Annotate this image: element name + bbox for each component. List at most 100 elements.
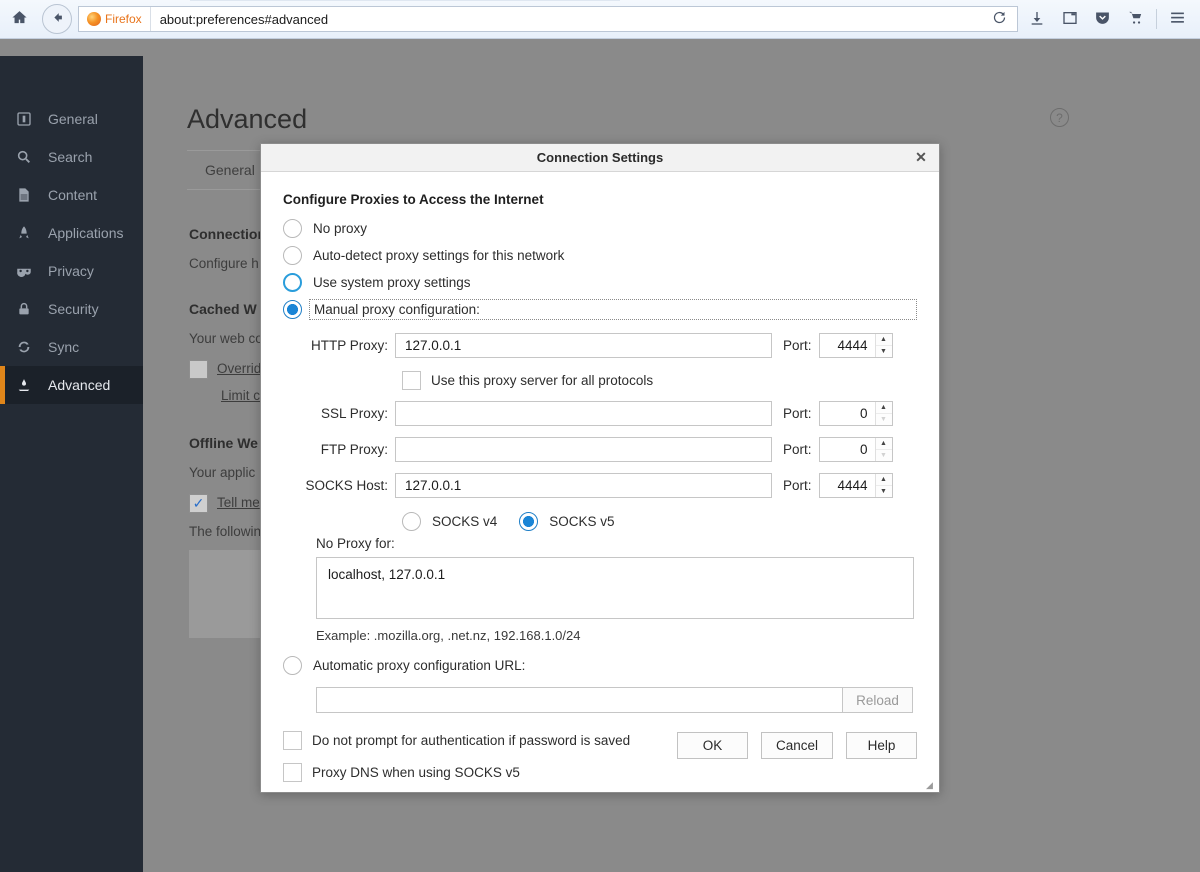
field-ftp-proxy: FTP Proxy: Port: 0 ▲ ▼ [283, 434, 917, 465]
sync-icon [14, 337, 34, 357]
stepper-buttons[interactable]: ▲ ▼ [875, 334, 892, 357]
radio-pac-url[interactable]: Automatic proxy configuration URL: [283, 652, 917, 679]
field-ssl-proxy: SSL Proxy: Port: 0 ▲ ▼ [283, 398, 917, 429]
radio-no-proxy[interactable]: No proxy [283, 215, 917, 242]
back-button[interactable] [42, 4, 72, 34]
page-title: Advanced [187, 104, 307, 135]
checkbox-label: Do not prompt for authentication if pass… [312, 733, 630, 748]
checkbox-label: Use this proxy server for all protocols [431, 373, 653, 388]
port-value: 4444 [820, 338, 875, 353]
sidebar-item-search[interactable]: Search [0, 138, 143, 176]
url-text[interactable]: about:preferences#advanced [151, 12, 328, 27]
checkbox-label: Proxy DNS when using SOCKS v5 [312, 765, 520, 780]
radio-indicator [283, 300, 302, 319]
checkbox-box [189, 360, 208, 379]
toolbar-divider [1156, 9, 1157, 29]
stepper-up-icon[interactable]: ▲ [876, 334, 892, 346]
sidebar-item-applications[interactable]: Applications [0, 214, 143, 252]
firefox-logo-icon [87, 12, 101, 26]
firefox-identity-badge: Firefox [79, 7, 151, 31]
close-icon[interactable]: ✕ [912, 148, 930, 166]
radio-indicator [519, 512, 538, 531]
reload-button[interactable] [982, 6, 1018, 32]
bg-checkbox-label: Overrid [217, 361, 261, 376]
radio-socks-v4[interactable]: SOCKS v4 [402, 508, 497, 535]
sidebar-item-label: Applications [48, 225, 124, 241]
socks-port-stepper[interactable]: 4444 ▲ ▼ [819, 473, 893, 498]
stepper-buttons[interactable]: ▲ ▼ [875, 438, 892, 461]
sidebar-icon [1062, 10, 1078, 29]
search-icon [14, 147, 34, 167]
stepper-up-icon[interactable]: ▲ [876, 402, 892, 414]
cart-button[interactable] [1119, 0, 1152, 38]
ssl-port-stepper[interactable]: 0 ▲ ▼ [819, 401, 893, 426]
ssl-proxy-input[interactable] [395, 401, 772, 426]
general-icon [14, 109, 34, 129]
http-proxy-input[interactable]: 127.0.0.1 [395, 333, 772, 358]
download-button[interactable] [1020, 0, 1053, 38]
radio-label: SOCKS v5 [549, 514, 614, 529]
field-socks-host: SOCKS Host: 127.0.0.1 Port: 4444 ▲ ▼ [283, 470, 917, 501]
reload-icon [992, 10, 1007, 28]
radio-auto-detect[interactable]: Auto-detect proxy settings for this netw… [283, 242, 917, 269]
sidebar-item-privacy[interactable]: Privacy [0, 252, 143, 290]
checkbox-proxy-dns[interactable]: Proxy DNS when using SOCKS v5 [283, 758, 917, 786]
sidebar-button[interactable] [1053, 0, 1086, 38]
radio-use-system[interactable]: Use system proxy settings [283, 269, 917, 296]
sidebar-item-label: Search [48, 149, 92, 165]
ftp-proxy-input[interactable] [395, 437, 772, 462]
advanced-icon [14, 375, 34, 395]
tab-strip-edge [190, 0, 620, 1]
sidebar-item-security[interactable]: Security [0, 290, 143, 328]
stepper-buttons[interactable]: ▲ ▼ [875, 402, 892, 425]
cancel-button[interactable]: Cancel [761, 732, 833, 759]
port-label: Port: [772, 478, 819, 493]
back-arrow-icon [50, 10, 65, 28]
radio-manual-config[interactable]: Manual proxy configuration: [283, 296, 917, 323]
field-label: SSL Proxy: [283, 406, 395, 421]
sidebar-item-content[interactable]: Content [0, 176, 143, 214]
stepper-down-icon[interactable]: ▼ [876, 486, 892, 497]
applications-icon [14, 223, 34, 243]
pac-reload-button[interactable]: Reload [843, 687, 913, 713]
port-label: Port: [772, 406, 819, 421]
home-icon [11, 9, 28, 29]
resize-grip-icon[interactable]: ◢ [926, 781, 936, 791]
radio-indicator [402, 512, 421, 531]
stepper-up-icon[interactable]: ▲ [876, 438, 892, 450]
cart-icon [1127, 9, 1144, 29]
stepper-down-icon[interactable]: ▼ [876, 346, 892, 357]
home-button[interactable] [0, 0, 38, 38]
sidebar-item-advanced[interactable]: Advanced [0, 366, 143, 404]
radio-indicator [283, 246, 302, 265]
sidebar-item-sync[interactable]: Sync [0, 328, 143, 366]
security-lock-icon [14, 299, 34, 319]
port-value: 4444 [820, 478, 875, 493]
url-bar[interactable]: Firefox about:preferences#advanced [78, 6, 1016, 32]
socks-host-input[interactable]: 127.0.0.1 [395, 473, 772, 498]
no-proxy-textarea[interactable]: localhost, 127.0.0.1 [316, 557, 914, 619]
sidebar-item-label: Advanced [48, 377, 110, 393]
checkbox-box [283, 731, 302, 750]
help-question-icon[interactable]: ? [1050, 108, 1069, 127]
pocket-button[interactable] [1086, 0, 1119, 38]
port-label: Port: [772, 338, 819, 353]
http-port-stepper[interactable]: 4444 ▲ ▼ [819, 333, 893, 358]
field-label: HTTP Proxy: [283, 338, 395, 353]
sidebar-item-general[interactable]: General [0, 100, 143, 138]
menu-button[interactable] [1161, 0, 1194, 38]
dialog-body: Configure Proxies to Access the Internet… [261, 172, 939, 793]
pac-url-input[interactable] [316, 687, 843, 713]
ok-button[interactable]: OK [677, 732, 748, 759]
checkbox-all-protocols[interactable]: Use this proxy server for all protocols [283, 366, 917, 394]
socks-version-group: SOCKS v4 SOCKS v5 [283, 506, 917, 536]
help-button[interactable]: Help [846, 732, 917, 759]
checkbox-box: ✓ [189, 494, 208, 513]
stepper-buttons[interactable]: ▲ ▼ [875, 474, 892, 497]
ftp-port-stepper[interactable]: 0 ▲ ▼ [819, 437, 893, 462]
radio-socks-v5[interactable]: SOCKS v5 [519, 508, 614, 535]
section-heading: Configure Proxies to Access the Internet [283, 192, 917, 207]
preferences-sidebar: General Search Content Applications Priv… [0, 56, 143, 872]
stepper-up-icon[interactable]: ▲ [876, 474, 892, 486]
radio-indicator [283, 219, 302, 238]
